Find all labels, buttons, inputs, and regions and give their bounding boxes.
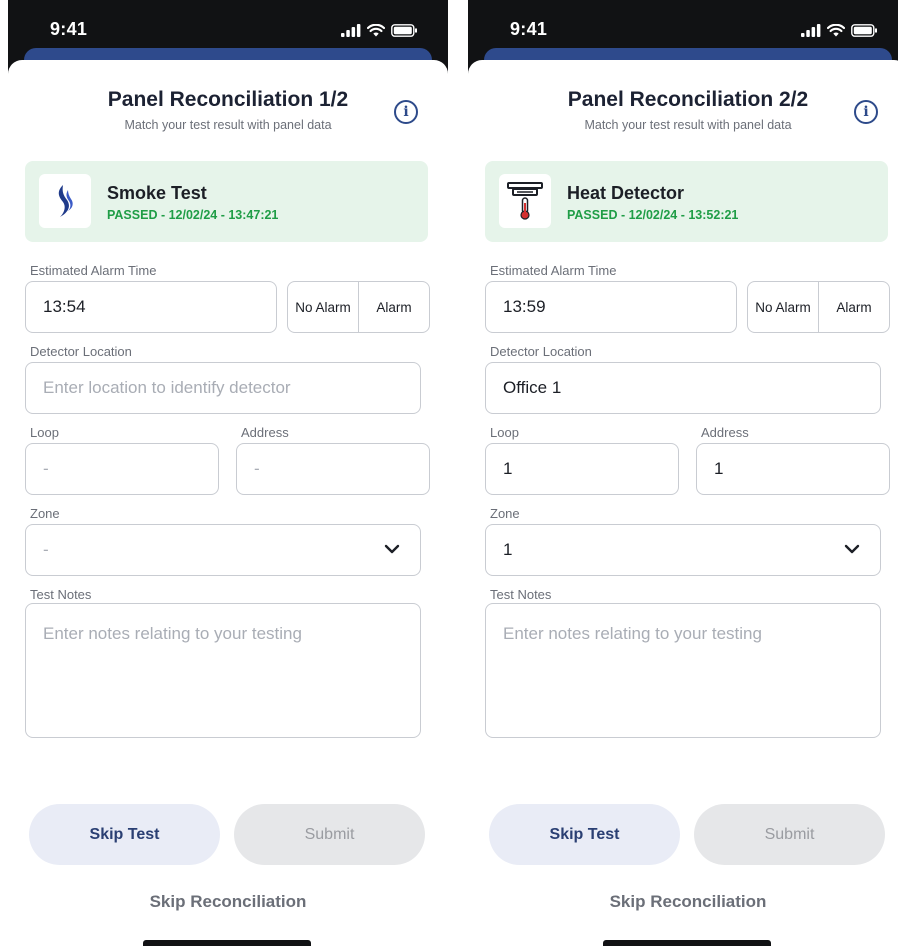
status-time: 9:41 [50, 19, 88, 39]
status-bar: 9:41 [468, 0, 898, 50]
alarm-button[interactable]: Alarm [358, 282, 429, 332]
status-icons [341, 22, 418, 38]
status-icons [801, 22, 878, 38]
loop-input[interactable]: 1 [485, 443, 679, 495]
loop-label: Loop [490, 425, 519, 440]
phone-screen-1: 9:41 Panel Reconciliation 1/2 Match your [8, 0, 448, 946]
info-icon[interactable]: i [394, 100, 418, 124]
status-bar: 9:41 [8, 0, 448, 50]
zone-label: Zone [30, 506, 60, 521]
page-title: Panel Reconciliation 1/2 [107, 88, 349, 111]
signal-icon [801, 23, 821, 37]
submit-button[interactable]: Submit [694, 804, 885, 865]
skip-test-button[interactable]: Skip Test [29, 804, 220, 865]
wifi-icon [827, 23, 845, 36]
zone-label: Zone [490, 506, 520, 521]
heat-detector-icon [499, 174, 551, 228]
alarm-time-input[interactable]: 13:54 [25, 281, 277, 333]
test-type-title: Heat Detector [567, 183, 685, 203]
page-subtitle: Match your test result with panel data [584, 118, 792, 132]
reconciliation-sheet: Panel Reconciliation 1/2 Match your test… [8, 60, 448, 946]
phone-screen-2: 9:41 Panel Reconciliation 2/2 Match your [468, 0, 898, 946]
notes-label: Test Notes [30, 587, 92, 602]
address-label: Address [701, 425, 749, 440]
test-status: PASSED - 12/02/24 - 13:47:21 [107, 208, 279, 222]
page-subtitle: Match your test result with panel data [124, 118, 332, 132]
zone-select[interactable]: 1 [485, 524, 881, 576]
location-label: Detector Location [490, 344, 592, 359]
wifi-icon [367, 23, 385, 36]
status-time: 9:41 [510, 19, 548, 39]
skip-reconciliation-link[interactable]: Skip Reconciliation [468, 892, 898, 912]
battery-icon [851, 23, 877, 37]
address-input[interactable]: 1 [696, 443, 890, 495]
zone-value: - [43, 540, 49, 559]
alarm-time-input[interactable]: 13:59 [485, 281, 737, 333]
alarm-toggle: No Alarm Alarm [747, 281, 890, 333]
zone-select[interactable]: - [25, 524, 421, 576]
page-title: Panel Reconciliation 2/2 [567, 88, 809, 111]
home-indicator [143, 940, 311, 946]
location-label: Detector Location [30, 344, 132, 359]
test-result-card: Smoke Test PASSED - 12/02/24 - 13:47:21 [25, 161, 428, 242]
smoke-flame-icon [39, 174, 91, 228]
no-alarm-button[interactable]: No Alarm [748, 282, 818, 332]
notes-label: Test Notes [490, 587, 552, 602]
battery-icon [391, 23, 417, 37]
location-input[interactable]: Office 1 [485, 362, 881, 414]
address-label: Address [241, 425, 289, 440]
alarm-time-label: Estimated Alarm Time [490, 263, 617, 278]
alarm-toggle: No Alarm Alarm [287, 281, 430, 333]
notes-textarea[interactable]: Enter notes relating to your testing [25, 603, 421, 738]
info-icon[interactable]: i [854, 100, 878, 124]
reconciliation-sheet: Panel Reconciliation 2/2 Match your test… [468, 60, 898, 946]
no-alarm-button[interactable]: No Alarm [288, 282, 358, 332]
chevron-down-icon [384, 544, 400, 554]
skip-test-button[interactable]: Skip Test [489, 804, 680, 865]
test-result-card: Heat Detector PASSED - 12/02/24 - 13:52:… [485, 161, 888, 242]
signal-icon [341, 23, 361, 37]
test-type-title: Smoke Test [107, 183, 207, 203]
location-input[interactable]: Enter location to identify detector [25, 362, 421, 414]
alarm-time-label: Estimated Alarm Time [30, 263, 157, 278]
test-status: PASSED - 12/02/24 - 13:52:21 [567, 208, 739, 222]
loop-input[interactable]: - [25, 443, 219, 495]
alarm-button[interactable]: Alarm [818, 282, 889, 332]
loop-label: Loop [30, 425, 59, 440]
notes-textarea[interactable]: Enter notes relating to your testing [485, 603, 881, 738]
skip-reconciliation-link[interactable]: Skip Reconciliation [8, 892, 448, 912]
submit-button[interactable]: Submit [234, 804, 425, 865]
address-input[interactable]: - [236, 443, 430, 495]
chevron-down-icon [844, 544, 860, 554]
home-indicator [603, 940, 771, 946]
zone-value: 1 [503, 540, 513, 559]
